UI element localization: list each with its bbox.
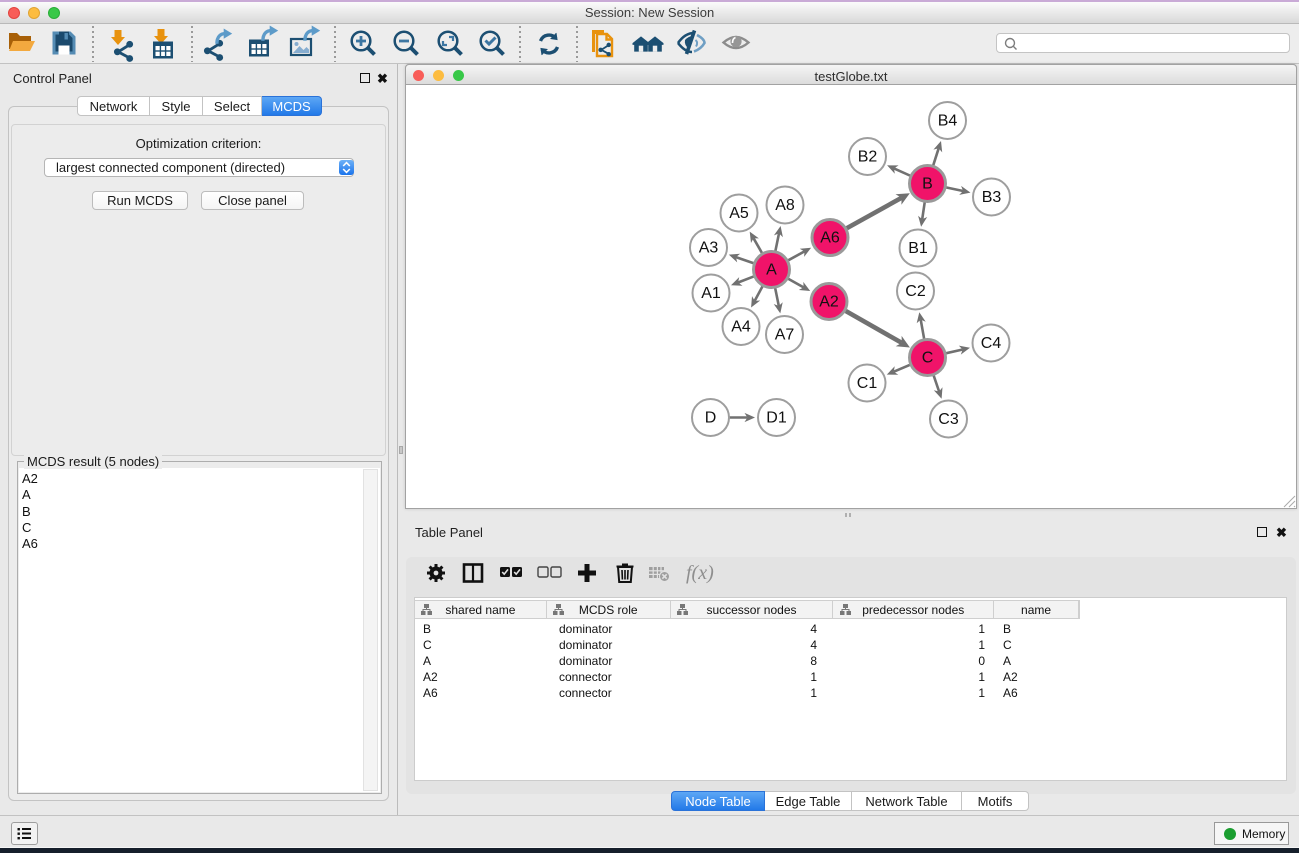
svg-text:B1: B1 bbox=[908, 240, 928, 257]
svg-text:C: C bbox=[922, 350, 934, 367]
svg-text:B: B bbox=[922, 176, 933, 193]
svg-text:C4: C4 bbox=[981, 335, 1002, 352]
svg-text:C3: C3 bbox=[938, 411, 959, 428]
svg-text:B4: B4 bbox=[938, 113, 958, 130]
svg-text:C2: C2 bbox=[905, 283, 926, 300]
svg-text:B3: B3 bbox=[982, 189, 1002, 206]
